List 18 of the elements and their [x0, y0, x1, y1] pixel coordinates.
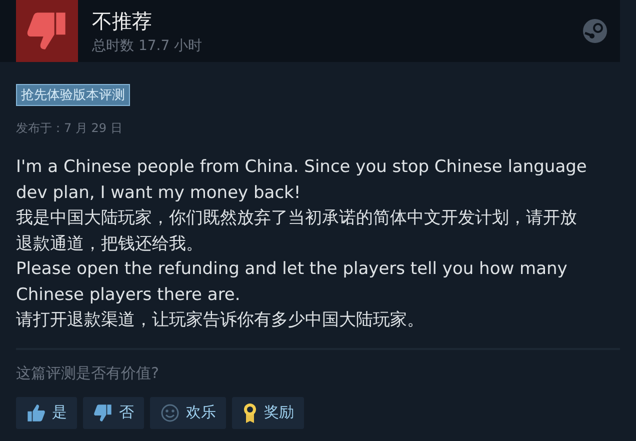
- yes-vote-button[interactable]: 是: [16, 396, 77, 428]
- medal-icon: [242, 402, 258, 424]
- early-access-tag: 抢先体验版本评测: [16, 84, 130, 106]
- award-vote-button[interactable]: 奖励: [232, 396, 304, 428]
- no-vote-button[interactable]: 否: [83, 396, 144, 428]
- thumbs-down-icon: [93, 402, 113, 422]
- posted-date: 发布于：7 月 29 日: [16, 120, 124, 137]
- review-paragraph: I'm a Chinese people from China. Since you stop Chinese language dev plan, I want my money back!: [16, 156, 588, 204]
- steam-logo-icon: [582, 18, 608, 44]
- verdict-title: 不推荐: [92, 8, 153, 34]
- funny-vote-button[interactable]: 欢乐: [150, 396, 226, 428]
- review-paragraph: 我是中国大陆玩家，你们既然放弃了当初承诺的简体中文开发计划，请开放退款通道，把钱还给我。: [16, 207, 578, 256]
- playtime-text: 总时数 17.7 小时: [92, 36, 204, 54]
- thumbs-up-icon: [26, 402, 46, 422]
- smiley-icon: [160, 402, 180, 422]
- review-paragraph: Please open the refunding and let the players tell you how many Chinese players there are.: [16, 258, 568, 306]
- review-paragraph: 请打开退款渠道，让玩家告诉你有多少中国大陆玩家。: [16, 309, 425, 332]
- helpful-question: 这篇评测是否有价值?: [16, 364, 160, 382]
